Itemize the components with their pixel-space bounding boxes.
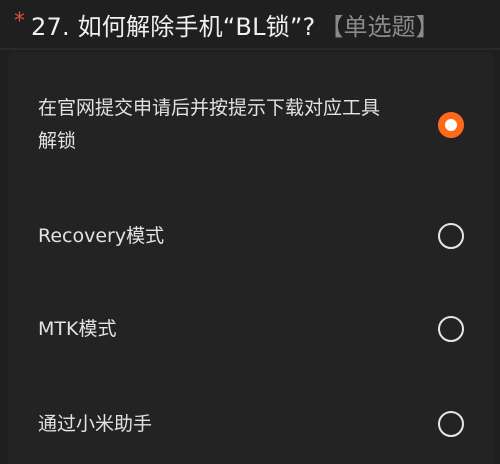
- option-label-4: 通过小米助手: [38, 412, 153, 435]
- radio-button-3[interactable]: [438, 316, 464, 342]
- option-label-3: MTK模式: [38, 317, 117, 340]
- option-row-1[interactable]: 在官网提交申请后并按提示下载对应工具解锁: [8, 92, 494, 158]
- radio-button-4[interactable]: [438, 411, 464, 437]
- option-row-4[interactable]: 通过小米助手: [8, 404, 494, 444]
- required-marker: *: [14, 8, 25, 34]
- question-title: 27. 如何解除手机“BL锁”?: [31, 12, 316, 41]
- question-header: * 27. 如何解除手机“BL锁”? 【单选题】: [0, 0, 500, 48]
- options-list: 在官网提交申请后并按提示下载对应工具解锁 Recovery模式 MTK模式 通过…: [8, 52, 494, 464]
- header-divider: [0, 48, 500, 50]
- option-row-3[interactable]: MTK模式: [8, 309, 494, 349]
- option-label-2: Recovery模式: [38, 224, 165, 247]
- option-row-2[interactable]: Recovery模式: [8, 216, 494, 256]
- radio-button-1[interactable]: [438, 112, 464, 138]
- question-type-label: 【单选题】: [319, 12, 440, 41]
- radio-button-2[interactable]: [438, 223, 464, 249]
- option-label-1: 在官网提交申请后并按提示下载对应工具解锁: [38, 97, 381, 152]
